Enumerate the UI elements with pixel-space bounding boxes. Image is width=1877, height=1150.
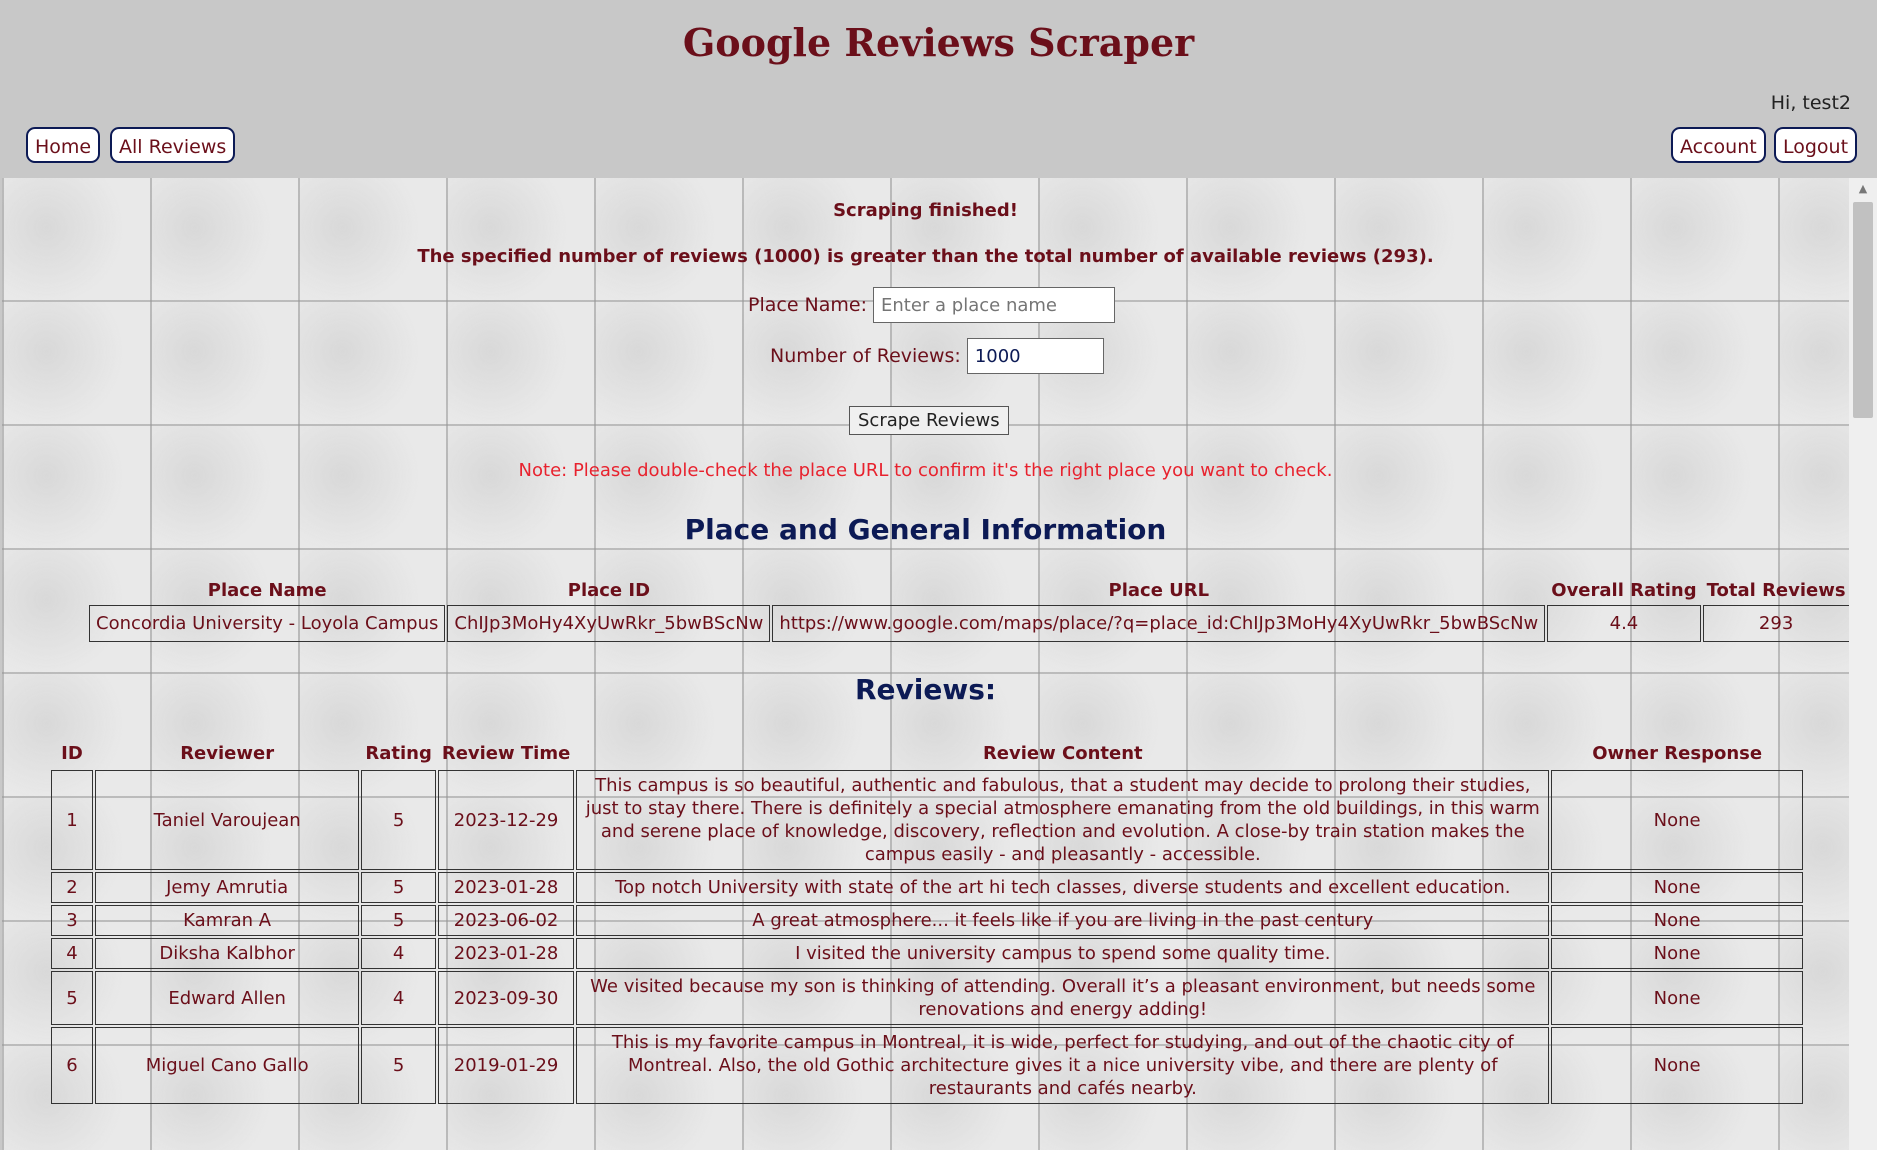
place-section-title: Place and General Information xyxy=(684,513,1167,546)
place-info-row: Concordia University - Loyola Campus ChI… xyxy=(89,605,1849,642)
review-row: 1 Taniel Varoujean 5 2023-12-29 This cam… xyxy=(51,770,1803,870)
review-rating: 4 xyxy=(361,938,436,969)
place-name-header: Place Name xyxy=(207,580,327,601)
app-title: Google Reviews Scraper xyxy=(682,20,1195,65)
place-info-table: Place Name Place ID Place URL Overall Ra… xyxy=(87,576,1849,644)
total-reviews-cell: 293 xyxy=(1702,605,1849,642)
place-url-header: Place URL xyxy=(1108,580,1210,601)
reviewer-name: Jemy Amrutia xyxy=(94,872,360,903)
review-rating: 5 xyxy=(361,905,436,936)
review-time: 2023-12-29 xyxy=(437,770,575,870)
review-content: Top notch University with state of the a… xyxy=(576,872,1550,903)
owner-response: None xyxy=(1551,872,1803,903)
review-content: A great atmosphere... it feels like if y… xyxy=(576,905,1550,936)
scrollbar-thumb[interactable] xyxy=(1853,202,1873,418)
warning-message: The specified number of reviews (1000) i… xyxy=(417,246,1434,267)
review-row: 3 Kamran A 5 2023-06-02 A great atmosphe… xyxy=(51,905,1803,936)
review-time: 2023-01-28 xyxy=(437,938,575,969)
reviewer-name: Taniel Varoujean xyxy=(94,770,360,870)
review-content: We visited because my son is thinking of… xyxy=(576,971,1550,1025)
account-button[interactable]: Account xyxy=(1671,127,1766,163)
overall-rating-cell: 4.4 xyxy=(1547,605,1701,642)
review-count-input[interactable] xyxy=(966,338,1104,374)
review-rating: 5 xyxy=(361,872,436,903)
place-name-label: Place Name: xyxy=(748,294,868,316)
review-time: 2023-06-02 xyxy=(437,905,575,936)
scroll-up-arrow-icon[interactable]: ▲ xyxy=(1849,180,1877,198)
review-row: 2 Jemy Amrutia 5 2023-01-28 Top notch Un… xyxy=(51,872,1803,903)
reviewer-header: Reviewer xyxy=(180,742,275,764)
owner-response: None xyxy=(1551,938,1803,969)
place-name-cell: Concordia University - Loyola Campus xyxy=(89,605,446,642)
review-id: 6 xyxy=(51,1027,93,1104)
place-id-header: Place ID xyxy=(567,580,651,601)
review-row: 6 Miguel Cano Gallo 5 2019-01-29 This is… xyxy=(51,1027,1803,1104)
place-name-input[interactable] xyxy=(873,287,1116,323)
logout-button[interactable]: Logout xyxy=(1774,127,1858,163)
overall-rating-header: Overall Rating xyxy=(1551,580,1697,601)
scrape-reviews-button[interactable]: Scrape Reviews xyxy=(849,406,1009,435)
page-header: Google Reviews Scraper Hi, test2 Home Al… xyxy=(0,0,1877,178)
review-count-row: Number of Reviews: xyxy=(770,338,1104,374)
review-id: 1 xyxy=(51,770,93,870)
url-note: Note: Please double-check the place URL … xyxy=(518,460,1333,481)
review-rating: 5 xyxy=(361,770,436,870)
review-rating: 4 xyxy=(361,971,436,1025)
owner-response: None xyxy=(1551,1027,1803,1104)
main-content: Scraping finished! The specified number … xyxy=(2,178,1849,1150)
review-row: 5 Edward Allen 4 2023-09-30 We visited b… xyxy=(51,971,1803,1025)
place-url-cell: https://www.google.com/maps/place/?q=pla… xyxy=(772,605,1546,642)
review-id: 5 xyxy=(51,971,93,1025)
review-content: This campus is so beautiful, authentic a… xyxy=(576,770,1550,870)
owner-response-header: Owner Response xyxy=(1592,742,1763,764)
all-reviews-button[interactable]: All Reviews xyxy=(110,127,236,163)
owner-response: None xyxy=(1551,905,1803,936)
reviewer-name: Edward Allen xyxy=(94,971,360,1025)
id-header: ID xyxy=(61,742,83,764)
review-time-header: Review Time xyxy=(441,742,571,764)
status-message: Scraping finished! xyxy=(833,200,1018,221)
user-greeting: Hi, test2 xyxy=(1770,92,1851,114)
place-name-row: Place Name: xyxy=(748,287,1116,323)
review-row: 4 Diksha Kalbhor 4 2023-01-28 I visited … xyxy=(51,938,1803,969)
review-count-label: Number of Reviews: xyxy=(770,345,961,367)
review-id: 3 xyxy=(51,905,93,936)
vertical-scrollbar[interactable]: ▲ xyxy=(1849,178,1877,1150)
home-button[interactable]: Home xyxy=(26,127,101,163)
reviews-table: ID Reviewer Rating Review Time Review Co… xyxy=(49,736,1805,1106)
reviewer-name: Diksha Kalbhor xyxy=(94,938,360,969)
reviewer-name: Kamran A xyxy=(94,905,360,936)
owner-response: None xyxy=(1551,971,1803,1025)
review-id: 4 xyxy=(51,938,93,969)
review-content: I visited the university campus to spend… xyxy=(576,938,1550,969)
review-time: 2023-01-28 xyxy=(437,872,575,903)
review-time: 2019-01-29 xyxy=(437,1027,575,1104)
owner-response: None xyxy=(1551,770,1803,870)
reviews-section-title: Reviews: xyxy=(854,673,997,706)
reviewer-name: Miguel Cano Gallo xyxy=(94,1027,360,1104)
total-reviews-header: Total Reviews xyxy=(1706,580,1846,601)
review-content: This is my favorite campus in Montreal, … xyxy=(576,1027,1550,1104)
review-id: 2 xyxy=(51,872,93,903)
place-id-cell: ChIJp3MoHy4XyUwRkr_5bwBScNw xyxy=(447,605,771,642)
rating-header: Rating xyxy=(365,742,432,764)
review-time: 2023-09-30 xyxy=(437,971,575,1025)
review-content-header: Review Content xyxy=(982,742,1143,764)
review-rating: 5 xyxy=(361,1027,436,1104)
